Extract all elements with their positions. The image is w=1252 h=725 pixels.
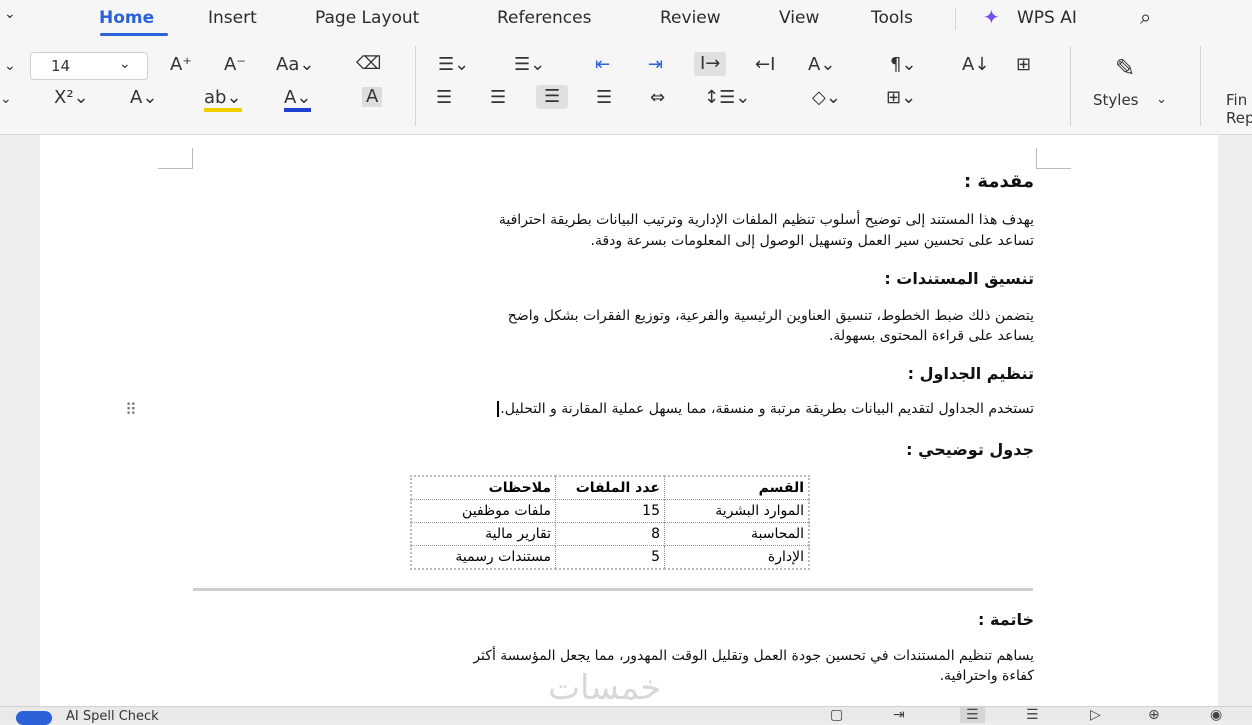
align-right-icon[interactable]: ☰: [536, 85, 569, 109]
shading-icon[interactable]: ◇⌄: [812, 88, 841, 108]
menu-bar: ⌄ Home Insert Page Layout References Rev…: [0, 0, 1252, 38]
rtl-text-icon[interactable]: ←I: [755, 55, 775, 75]
play-icon[interactable]: ▷: [1090, 707, 1101, 723]
print-layout-icon[interactable]: ☰: [960, 707, 985, 723]
increase-font-size-icon[interactable]: A⁺: [170, 55, 192, 75]
table-header-cell: القسم: [664, 475, 810, 500]
underline-dropdown-icon[interactable]: ⌄: [0, 89, 12, 109]
paragraph-format-line1: يتضمن ذلك ضبط الخطوط، تنسيق العناوين الر…: [507, 308, 1034, 324]
table-header-cell: ملاحظات: [410, 475, 556, 500]
justify-icon[interactable]: ☰: [596, 88, 612, 108]
drag-handle-icon[interactable]: ⠿: [125, 400, 137, 419]
highlight-icon[interactable]: ab⌄: [204, 88, 242, 112]
line-spacing-icon[interactable]: ↕☰⌄: [704, 88, 750, 108]
font-size-value: 14: [51, 57, 71, 75]
tab-view[interactable]: View: [779, 8, 819, 28]
find-replace-label-2[interactable]: Rep: [1226, 108, 1252, 128]
font-size-dropdown-icon[interactable]: ⌄: [119, 54, 131, 74]
table-borders-icon[interactable]: ⊞⌄: [886, 88, 916, 108]
align-left-icon[interactable]: ☰: [436, 88, 452, 108]
borders-icon[interactable]: ⊞: [1016, 55, 1031, 75]
table-cell: 15: [555, 499, 665, 523]
tab-review[interactable]: Review: [660, 8, 721, 28]
spell-check-label: AI Spell Check: [66, 709, 159, 724]
read-mode-icon[interactable]: ⇥: [893, 707, 905, 723]
styles-button[interactable]: Styles: [1093, 90, 1139, 110]
numbering-icon[interactable]: ☰⌄: [514, 55, 545, 75]
table-cell: المحاسبة: [664, 522, 810, 546]
spell-check-toggle[interactable]: [16, 711, 52, 725]
wps-ai-sparkle-icon: ✦: [983, 5, 1000, 29]
paragraph-intro-line2: تساعد على تحسين سير العمل وتسهيل الوصول …: [590, 233, 1034, 249]
tab-page-layout[interactable]: Page Layout: [315, 8, 419, 28]
paragraph-conclusion-line2: كفاءة واحترافية.: [939, 668, 1034, 684]
clear-formatting-icon[interactable]: ⌫: [356, 54, 381, 74]
paragraph-format-line2: يساعد على قراءة المحتوى بسهولة.: [828, 328, 1034, 344]
text-effect-icon[interactable]: A⌄: [130, 88, 157, 108]
heading-format: تنسيق المستندات :: [884, 269, 1034, 288]
table-cell: 8: [555, 522, 665, 546]
heading-tables: تنظيم الجداول :: [907, 364, 1034, 383]
paragraph-conclusion-line1: يساهم تنظيم المستندات في تحسين جودة العم…: [473, 648, 1034, 664]
margin-corner-mark: [1036, 148, 1071, 169]
paragraph-intro-line1: يهدف هذا المستند إلى توضيح أسلوب تنظيم ا…: [498, 212, 1034, 228]
outline-view-icon[interactable]: ☰: [1026, 707, 1039, 723]
ltr-text-icon[interactable]: I→: [694, 52, 727, 76]
table-header-cell: عدد الملفات: [555, 475, 665, 500]
tab-insert[interactable]: Insert: [208, 8, 257, 28]
menu-divider: [955, 8, 956, 30]
heading-sample-table: جدول توضيحي :: [906, 440, 1034, 459]
tab-wps-ai[interactable]: WPS AI: [1017, 8, 1077, 28]
search-icon[interactable]: ⌕: [1140, 5, 1151, 29]
ribbon-divider: [1070, 46, 1071, 126]
decrease-font-size-icon[interactable]: A⁻: [224, 55, 246, 75]
paragraph-tables: تستخدم الجداول لتقديم البيانات بطريقة مر…: [497, 401, 1034, 417]
align-center-icon[interactable]: ☰: [490, 88, 506, 108]
eye-protection-icon[interactable]: ◉: [1210, 707, 1222, 723]
ribbon-divider: [1200, 46, 1201, 126]
tab-home[interactable]: Home: [99, 8, 154, 28]
change-case-icon[interactable]: Aa⌄: [276, 55, 314, 75]
margin-corner-mark: [158, 148, 193, 169]
heading-intro: مقدمة :: [963, 171, 1034, 192]
table-header-row: القسم عدد الملفات ملاحظات: [410, 475, 810, 500]
paragraph-mark-icon[interactable]: ¶⌄: [890, 55, 917, 75]
ribbon-toolbar: [0, 38, 1252, 135]
table-cell: مستندات رسمية: [410, 545, 556, 570]
sort-icon[interactable]: A↓: [962, 55, 989, 75]
table-cell: الإدارة: [664, 545, 810, 570]
styles-icon[interactable]: ✎: [1115, 56, 1135, 80]
decrease-indent-icon[interactable]: ⇤: [595, 55, 610, 75]
find-replace-label-1[interactable]: Fin: [1226, 90, 1247, 110]
superscript-icon[interactable]: X²⌄: [54, 88, 89, 108]
table-cell: 5: [555, 545, 665, 570]
web-layout-icon[interactable]: ⊕: [1148, 707, 1160, 723]
font-size-field[interactable]: 14 ⌄: [30, 52, 148, 80]
font-color-icon[interactable]: A⌄: [284, 88, 312, 112]
table-row: المحاسبة 8 تقارير مالية: [410, 522, 810, 546]
heading-conclusion: خاتمة :: [978, 610, 1034, 629]
table-cell: ملفات موظفين: [410, 499, 556, 523]
watermark: خمسات: [548, 668, 662, 708]
tab-references[interactable]: References: [497, 8, 591, 28]
sample-table[interactable]: القسم عدد الملفات ملاحظات الموارد البشري…: [410, 475, 810, 570]
table-row: الموارد البشرية 15 ملفات موظفين: [410, 499, 810, 523]
active-tab-indicator: [100, 33, 168, 36]
chevron-down-icon[interactable]: ⌄: [4, 6, 16, 22]
distributed-icon[interactable]: ⇔: [650, 88, 665, 108]
table-row: الإدارة 5 مستندات رسمية: [410, 545, 810, 570]
table-cell: تقارير مالية: [410, 522, 556, 546]
status-bar: AI Spell Check ▢ ⇥ ☰ ☰ ▷ ⊕ ◉: [0, 706, 1252, 725]
increase-indent-icon[interactable]: ⇥: [648, 55, 663, 75]
styles-dropdown-icon[interactable]: ⌄: [1156, 90, 1167, 110]
table-cell: الموارد البشرية: [664, 499, 810, 523]
font-name-dropdown-icon[interactable]: ⌄: [4, 56, 16, 76]
character-shading-icon[interactable]: A: [362, 87, 383, 107]
horizontal-rule: [193, 588, 1033, 591]
bullets-icon[interactable]: ☰⌄: [438, 55, 469, 75]
page-view-icon[interactable]: ▢: [830, 707, 843, 723]
ribbon-divider: [415, 46, 416, 126]
tab-tools[interactable]: Tools: [871, 8, 913, 28]
asian-layout-icon[interactable]: A⌄: [808, 55, 835, 75]
